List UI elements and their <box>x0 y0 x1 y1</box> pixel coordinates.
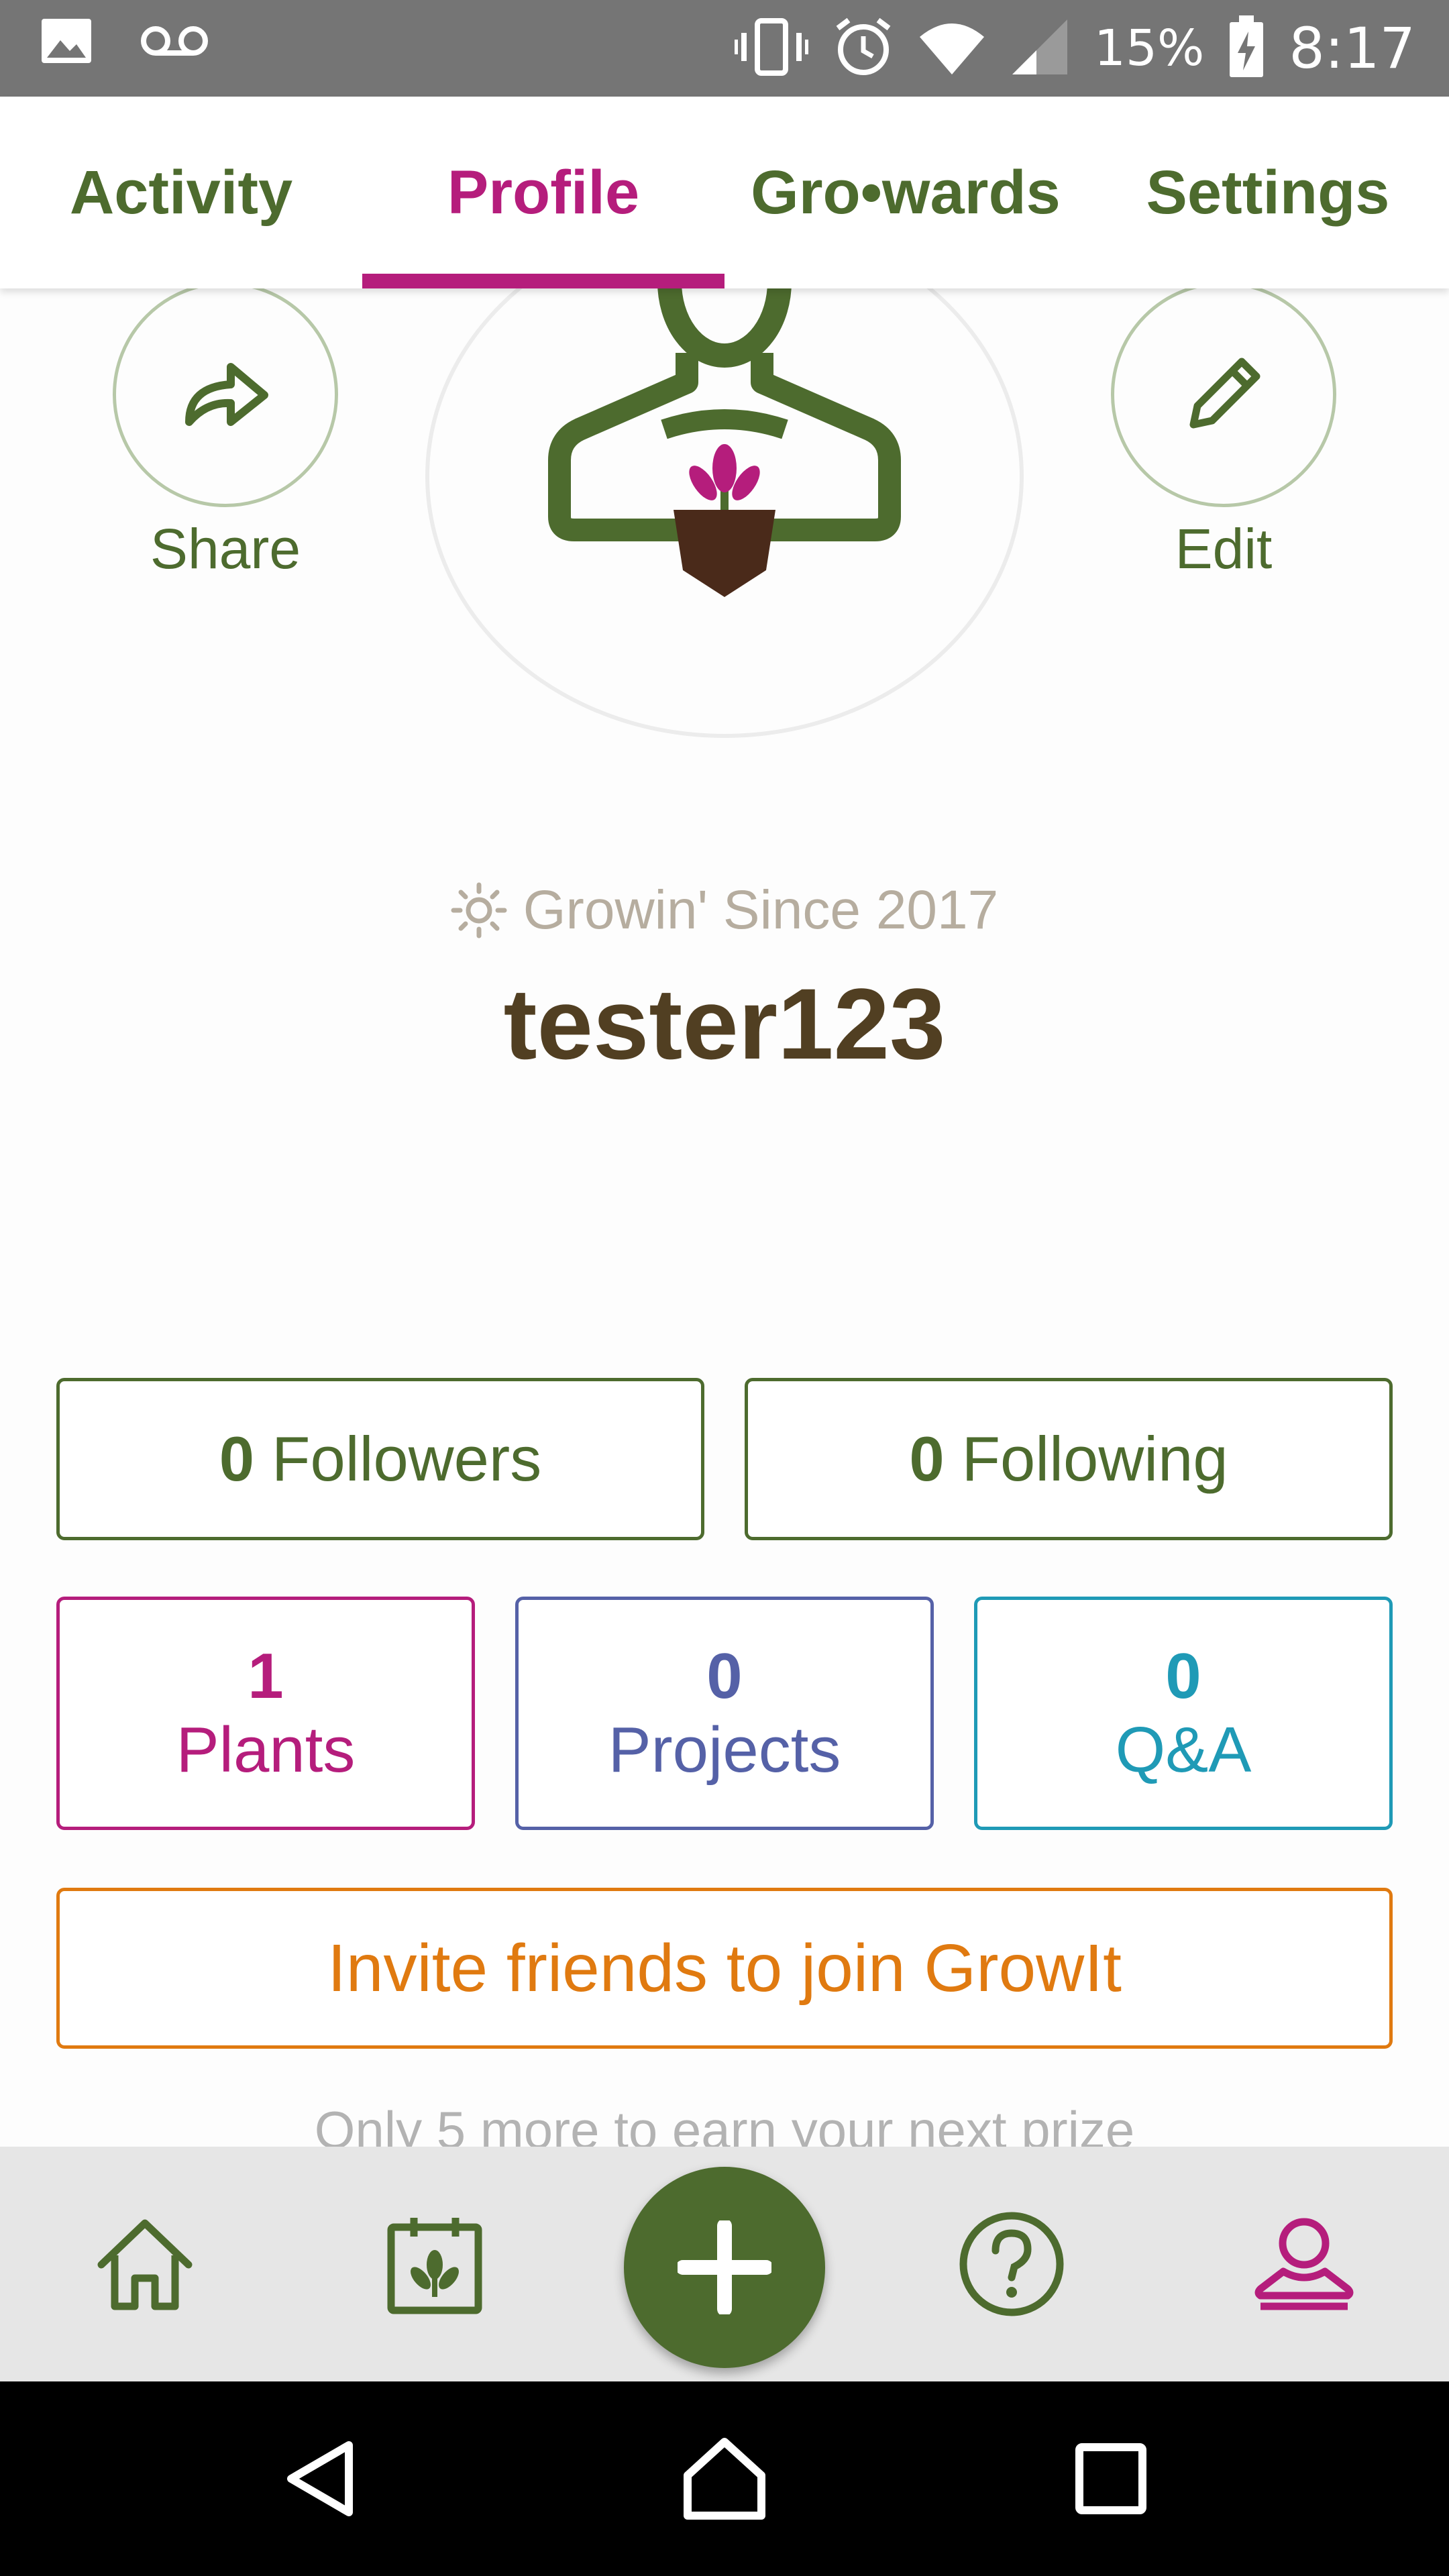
sun-icon <box>451 882 507 938</box>
projects-button[interactable]: 0 Projects <box>515 1597 934 1830</box>
following-count: 0 <box>909 1424 945 1494</box>
username: tester123 <box>503 967 946 1080</box>
tab-growards[interactable]: Gro•wards <box>724 97 1087 288</box>
status-left <box>40 17 209 68</box>
plants-count: 1 <box>248 1640 284 1712</box>
followers-count: 0 <box>219 1424 255 1494</box>
tab-profile[interactable]: Profile <box>362 97 724 288</box>
signal-icon <box>1010 17 1070 80</box>
edit-label: Edit <box>1175 517 1273 580</box>
nav-help[interactable] <box>911 2147 1112 2381</box>
qa-button[interactable]: 0 Q&A <box>974 1597 1393 1830</box>
nav-profile[interactable] <box>1203 2147 1405 2381</box>
vibrate-icon <box>733 17 809 80</box>
wifi-icon <box>918 18 985 79</box>
voicemail-icon <box>140 24 209 61</box>
battery-charging-icon <box>1228 15 1265 82</box>
top-tab-bar: Activity Profile Gro•wards Settings <box>0 97 1449 288</box>
image-icon <box>40 17 93 68</box>
gardener-avatar-icon <box>548 215 901 597</box>
tab-settings[interactable]: Settings <box>1087 97 1449 288</box>
pencil-icon <box>1189 358 1260 429</box>
alarm-icon <box>833 16 894 81</box>
system-nav-bar <box>0 2381 1449 2576</box>
back-button[interactable] <box>221 2381 423 2576</box>
avatar <box>425 215 1024 738</box>
share-button[interactable] <box>113 282 338 507</box>
following-label: Following <box>961 1424 1228 1494</box>
projects-label: Projects <box>608 1714 841 1786</box>
back-triangle-icon <box>287 2441 353 2516</box>
following-button[interactable]: 0 Following <box>745 1378 1393 1540</box>
growing-since: Growin' Since 2017 <box>0 879 1449 942</box>
active-tab-indicator <box>362 274 724 288</box>
recents-button[interactable] <box>1010 2381 1212 2576</box>
clock: 8:17 <box>1289 15 1415 81</box>
garden-calendar-icon <box>387 2218 482 2314</box>
home-system-button[interactable] <box>624 2381 825 2576</box>
status-right: 15% 8:17 <box>733 12 1415 85</box>
invite-friends-button[interactable]: Invite friends to join GrowIt <box>56 1888 1393 2049</box>
add-icon <box>678 2220 771 2314</box>
share-label: Share <box>150 517 301 580</box>
home-outline-icon <box>684 2438 765 2520</box>
qa-count: 0 <box>1165 1640 1201 1712</box>
status-bar: 15% 8:17 <box>0 0 1449 97</box>
projects-count: 0 <box>706 1640 743 1712</box>
followers-button[interactable]: 0 Followers <box>56 1378 704 1540</box>
growing-since-text: Growin' Since 2017 <box>523 879 999 941</box>
nav-home[interactable] <box>44 2147 246 2381</box>
recents-square-icon <box>1075 2443 1146 2514</box>
profile-icon <box>1254 2218 1354 2310</box>
followers-label: Followers <box>272 1424 542 1494</box>
nav-garden[interactable] <box>334 2147 535 2381</box>
home-icon <box>97 2219 193 2310</box>
qa-label: Q&A <box>1115 1714 1252 1786</box>
tab-activity[interactable]: Activity <box>0 97 362 288</box>
add-button[interactable] <box>624 2167 825 2368</box>
plants-button[interactable]: 1 Plants <box>56 1597 475 1830</box>
help-icon <box>959 2212 1064 2316</box>
battery-percent: 15% <box>1093 19 1205 77</box>
share-icon <box>185 363 268 426</box>
edit-button[interactable] <box>1111 282 1336 507</box>
plants-label: Plants <box>176 1714 356 1786</box>
